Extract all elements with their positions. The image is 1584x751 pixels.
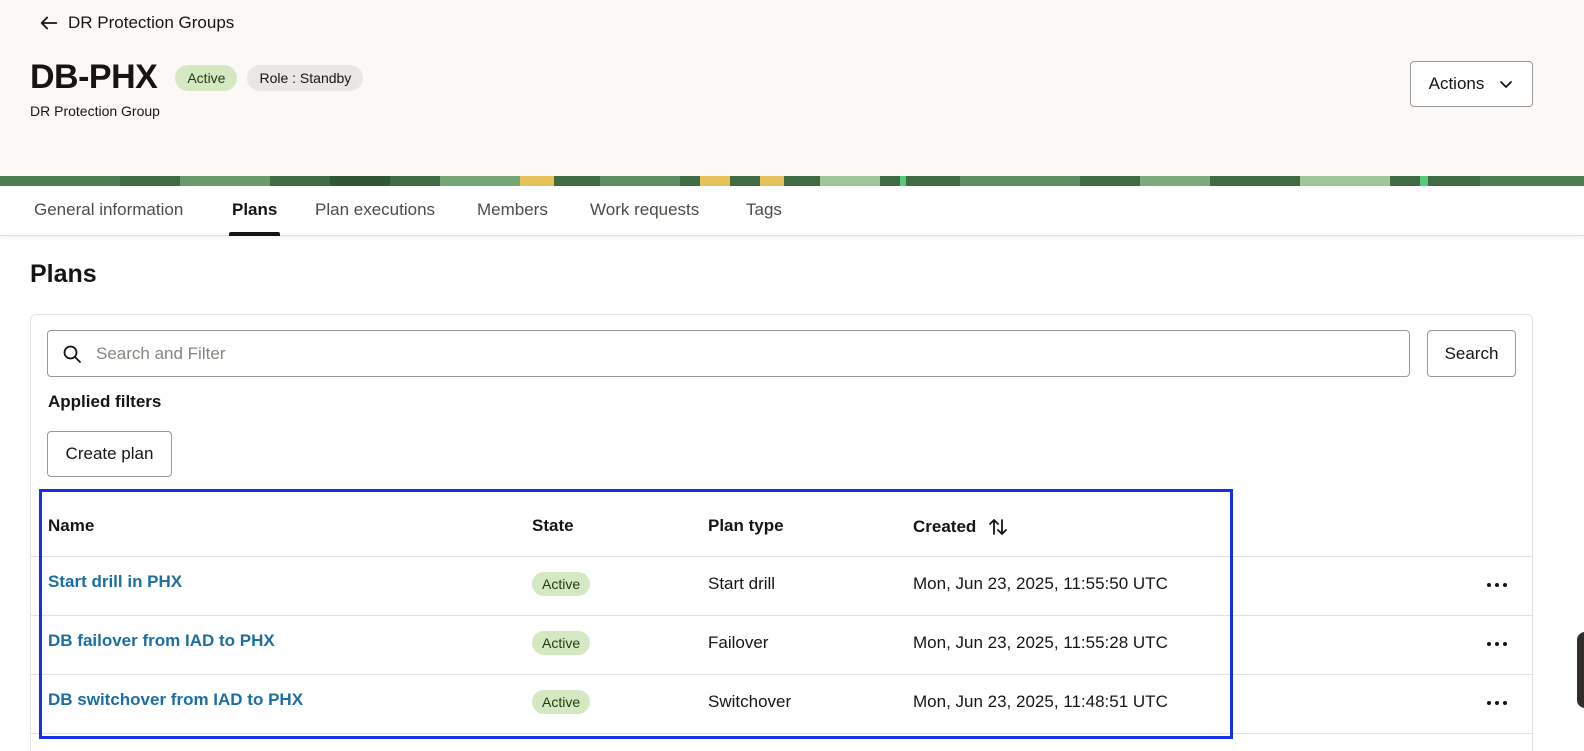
tab-tags[interactable]: Tags <box>746 186 782 236</box>
state-badge: Active <box>532 572 591 596</box>
sort-icon[interactable] <box>988 516 1008 538</box>
row-actions-button[interactable] <box>1481 630 1513 658</box>
role-badge: Role : Standby <box>247 64 364 91</box>
row-actions-button[interactable] <box>1481 571 1513 599</box>
tab-members[interactable]: Members <box>477 186 548 236</box>
column-header-state: State <box>532 516 574 536</box>
search-input[interactable] <box>96 343 1396 364</box>
arrow-left-icon <box>40 16 58 30</box>
status-badge: Active <box>175 64 238 91</box>
created-cell: Mon, Jun 23, 2025, 11:48:51 UTC <box>913 692 1168 711</box>
created-cell: Mon, Jun 23, 2025, 11:55:28 UTC <box>913 633 1168 652</box>
title-row: DB-PHX Active Role : Standby <box>30 58 364 97</box>
column-header-name: Name <box>48 516 94 536</box>
search-button[interactable]: Search <box>1427 330 1516 377</box>
section-title: Plans <box>30 260 97 288</box>
column-header-plan-type-label: Plan type <box>708 516 784 535</box>
actions-button-label: Actions <box>1428 74 1485 93</box>
header-banner <box>0 176 1584 186</box>
column-header-name-label: Name <box>48 516 95 535</box>
column-header-created-label: Created <box>913 517 977 536</box>
page-subtitle: DR Protection Group <box>30 103 160 119</box>
plan-name-link[interactable]: DB switchover from IAD to PHX <box>48 690 303 710</box>
column-header-plan-type: Plan type <box>708 516 784 536</box>
tab-work-requests[interactable]: Work requests <box>590 186 699 236</box>
plan-type-cell: Start drill <box>708 574 776 593</box>
back-link-label: DR Protection Groups <box>68 13 235 32</box>
more-horizontal-icon <box>1487 642 1507 646</box>
created-cell: Mon, Jun 23, 2025, 11:55:50 UTC <box>913 574 1168 593</box>
plan-name-link[interactable]: Start drill in PHX <box>48 572 182 592</box>
tab-plan-executions[interactable]: Plan executions <box>315 186 435 236</box>
state-badge: Active <box>532 690 591 714</box>
page-header: DR Protection Groups DB-PHX Active Role … <box>0 0 1584 176</box>
plans-table: Name State Plan type Created Start drill… <box>31 490 1532 734</box>
tab-plans[interactable]: Plans <box>228 186 281 236</box>
more-horizontal-icon <box>1487 583 1507 587</box>
row-actions-button[interactable] <box>1481 689 1513 717</box>
plan-type-cell: Failover <box>708 633 769 652</box>
table-row: Start drill in PHX Active Start drill Mo… <box>31 557 1532 616</box>
page-title: DB-PHX <box>30 58 158 96</box>
applied-filters-label: Applied filters <box>48 392 162 411</box>
side-panel-handle[interactable] <box>1577 632 1584 708</box>
table-row: DB failover from IAD to PHX Active Failo… <box>31 616 1532 675</box>
tab-bar: General information Plans Plan execution… <box>0 186 1584 236</box>
table-row: DB switchover from IAD to PHX Active Swi… <box>31 675 1532 734</box>
more-horizontal-icon <box>1487 701 1507 705</box>
column-header-created: Created <box>913 516 1008 538</box>
plan-type-cell: Switchover <box>708 692 792 711</box>
search-box[interactable] <box>47 330 1410 377</box>
create-plan-button[interactable]: Create plan <box>47 431 172 477</box>
table-header-row: Name State Plan type Created <box>31 490 1532 557</box>
column-header-state-label: State <box>532 516 574 535</box>
actions-button[interactable]: Actions <box>1410 61 1533 107</box>
search-icon <box>63 345 81 363</box>
state-badge: Active <box>532 631 591 655</box>
plan-name-link[interactable]: DB failover from IAD to PHX <box>48 631 275 651</box>
back-link[interactable]: DR Protection Groups <box>38 12 234 34</box>
chevron-down-icon <box>1500 81 1513 88</box>
tab-general-information[interactable]: General information <box>34 186 183 236</box>
